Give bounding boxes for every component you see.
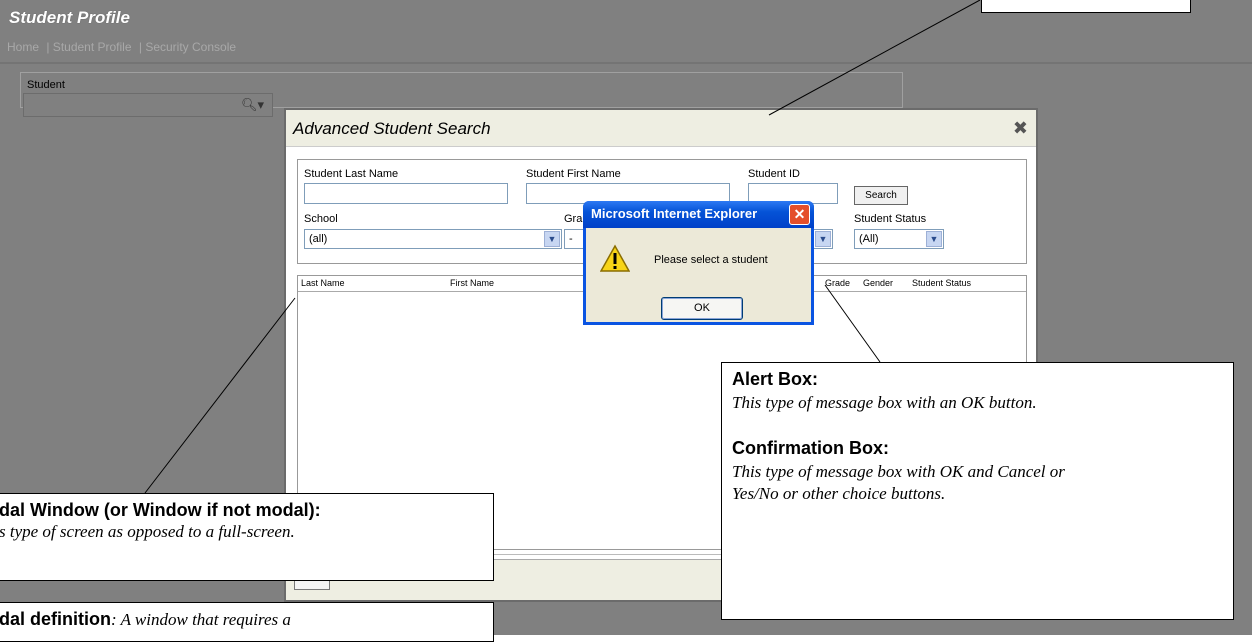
close-icon[interactable]: ✕ <box>789 204 810 225</box>
modal-header: Advanced Student Search ✖︎ <box>286 110 1036 147</box>
collapse-icon[interactable]: ✖︎ <box>1013 118 1028 139</box>
alert-box-text: This type of message box with an OK butt… <box>732 393 1037 412</box>
breadcrumb-student-profile[interactable]: | Student Profile <box>46 40 131 54</box>
first-name-label: Student First Name <box>526 168 621 180</box>
modal-def-heading: dal definition <box>0 609 111 629</box>
grade-select-end[interactable]: ▼ <box>813 229 833 249</box>
chevron-down-icon[interactable]: ▼ <box>815 231 831 247</box>
col-first-name[interactable]: First Name <box>450 278 494 288</box>
search-button[interactable]: Search <box>854 186 908 205</box>
callout-alert-box: Alert Box: This type of message box with… <box>721 362 1234 620</box>
alert-dialog: Microsoft Internet Explorer ✕ Please sel… <box>583 201 814 325</box>
modal-window-heading: dal Window (or Window if not modal): <box>0 500 321 520</box>
student-panel: Student 🔍︎▾ <box>20 72 903 117</box>
school-select[interactable]: (all) ▼ <box>304 229 562 249</box>
confirmation-text: This type of message box with OK and Can… <box>732 462 1065 503</box>
grade-label: Gra <box>564 213 583 225</box>
last-name-label: Student Last Name <box>304 168 399 180</box>
page-title: Student Profile <box>9 8 130 27</box>
warning-icon <box>600 244 630 272</box>
grade-select-value: - <box>569 233 573 245</box>
last-name-input[interactable] <box>304 183 508 204</box>
alert-titlebar: Microsoft Internet Explorer ✕ <box>583 201 814 228</box>
school-label: School <box>304 213 338 225</box>
alert-message: Please select a student <box>654 254 768 266</box>
confirmation-heading: Confirmation Box: <box>732 438 889 458</box>
alert-box-heading: Alert Box: <box>732 369 819 389</box>
col-gender[interactable]: Gender <box>863 278 893 288</box>
student-label: Student <box>27 79 65 91</box>
col-student-status[interactable]: Student Status <box>912 278 971 288</box>
modal-window-text: s type of screen as opposed to a full-sc… <box>0 522 295 541</box>
breadcrumb: Home | Student Profile | Security Consol… <box>7 40 240 54</box>
student-status-value: (All) <box>859 233 879 245</box>
callout-top <box>981 0 1191 13</box>
col-last-name[interactable]: Last Name <box>301 278 345 288</box>
breadcrumb-home[interactable]: Home <box>7 40 39 54</box>
ok-button[interactable]: OK <box>661 297 743 320</box>
student-status-select[interactable]: (All) ▼ <box>854 229 944 249</box>
student-id-label: Student ID <box>748 168 800 180</box>
modal-def-text: : A window that requires a <box>111 610 291 629</box>
alert-title: Microsoft Internet Explorer <box>591 206 758 221</box>
chevron-down-icon[interactable]: ▼ <box>926 231 942 247</box>
chevron-down-icon[interactable]: ▼ <box>544 231 560 247</box>
callout-modal-window: dal Window (or Window if not modal): s t… <box>0 493 494 581</box>
student-search-input[interactable]: 🔍︎▾ <box>23 93 273 117</box>
col-grade[interactable]: Grade <box>825 278 850 288</box>
search-dropdown-icon[interactable]: 🔍︎▾ <box>241 97 264 113</box>
school-select-value: (all) <box>309 233 328 245</box>
callout-modal-definition: dal definition: A window that requires a <box>0 602 494 642</box>
student-status-label: Student Status <box>854 213 927 225</box>
header-divider <box>0 62 1252 64</box>
breadcrumb-security-console[interactable]: | Security Console <box>139 40 236 54</box>
modal-title: Advanced Student Search <box>293 119 491 138</box>
